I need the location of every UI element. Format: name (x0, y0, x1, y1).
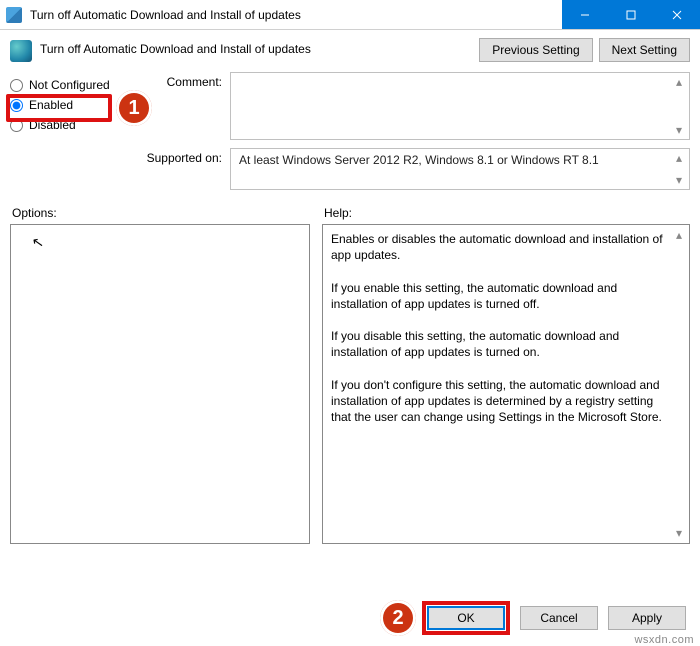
supported-field: At least Windows Server 2012 R2, Windows… (230, 148, 690, 190)
radio-disabled[interactable]: Disabled (10, 118, 130, 132)
cancel-button[interactable]: Cancel (520, 606, 598, 630)
state-radios: Not Configured Enabled Disabled 1 (10, 72, 130, 198)
watermark: wsxdn.com (634, 634, 694, 646)
titlebar: Turn off Automatic Download and Install … (0, 0, 700, 30)
policy-title: Turn off Automatic Download and Install … (40, 38, 471, 56)
window-buttons (562, 0, 700, 29)
radio-enabled-label: Enabled (29, 98, 73, 112)
window-title: Turn off Automatic Download and Install … (28, 8, 562, 22)
options-label: Options: (12, 206, 310, 220)
radio-disabled-label: Disabled (29, 118, 76, 132)
radio-not-configured[interactable]: Not Configured (10, 78, 130, 92)
comment-label: Comment: (140, 72, 230, 89)
radio-not-configured-input[interactable] (10, 79, 23, 92)
close-button[interactable] (654, 0, 700, 29)
supported-scroll[interactable]: ▴▾ (671, 151, 687, 187)
policy-icon (10, 40, 32, 62)
next-setting-button[interactable]: Next Setting (599, 38, 690, 62)
apply-button[interactable]: Apply (608, 606, 686, 630)
help-pane: Enables or disables the automatic downlo… (322, 224, 690, 544)
annotation-marker-2: 2 (380, 600, 416, 636)
radio-not-configured-label: Not Configured (29, 78, 110, 92)
dialog-footer: 2 OK Cancel Apply (380, 600, 686, 636)
radio-enabled[interactable]: Enabled (10, 98, 130, 112)
app-icon (6, 7, 22, 23)
help-scroll[interactable]: ▴▾ (671, 227, 687, 541)
supported-value: At least Windows Server 2012 R2, Windows… (239, 153, 599, 167)
help-text: Enables or disables the automatic downlo… (331, 231, 669, 425)
comment-scroll[interactable]: ▴▾ (671, 75, 687, 137)
comment-field[interactable]: ▴▾ (230, 72, 690, 140)
maximize-button[interactable] (608, 0, 654, 29)
annotation-marker-1: 1 (116, 90, 152, 126)
options-pane (10, 224, 310, 544)
radio-enabled-input[interactable] (10, 99, 23, 112)
supported-label: Supported on: (140, 148, 230, 165)
help-label: Help: (324, 206, 690, 220)
ok-button[interactable]: OK (427, 606, 505, 630)
minimize-button[interactable] (562, 0, 608, 29)
radio-disabled-input[interactable] (10, 119, 23, 132)
previous-setting-button[interactable]: Previous Setting (479, 38, 592, 62)
